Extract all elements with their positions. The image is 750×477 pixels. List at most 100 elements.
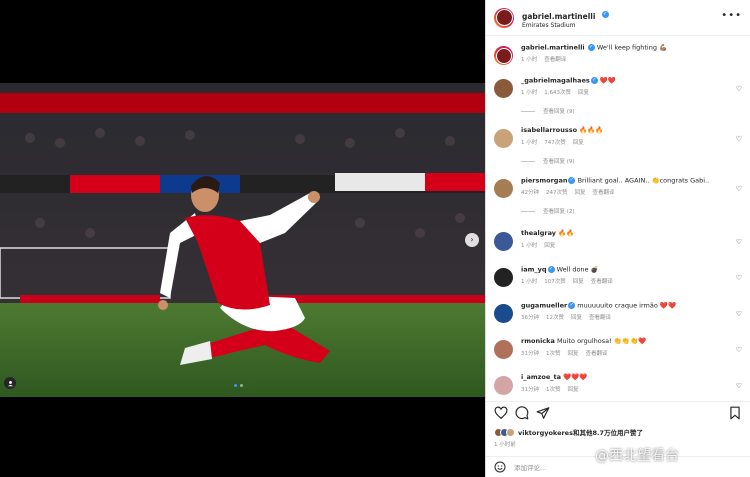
heart-outline-icon[interactable]: ♡ [736, 310, 742, 318]
liker-avatar [506, 427, 515, 437]
watermark-text: @西北望看台 [595, 448, 679, 464]
commenter-username[interactable]: gugamueller [521, 302, 567, 310]
comment-likes[interactable]: 1,643次赞 [544, 90, 571, 96]
commenter-username[interactable]: rmonicka [521, 337, 555, 345]
post-photo[interactable] [0, 83, 485, 397]
tagged-users-button[interactable] [4, 377, 16, 389]
comment-likes[interactable]: 1次赞 [546, 351, 561, 357]
bookmark-icon[interactable] [728, 406, 742, 420]
post-sidebar: gabriel.martinelli ✓ Emirates Stadium ••… [485, 0, 750, 477]
see-translation-link[interactable]: 查看翻译 [589, 315, 611, 321]
comment-likes[interactable]: 107次赞 [544, 279, 566, 285]
post-time: 1 小时前 [494, 442, 516, 448]
comment-row: gugamueller ✓ muuuuuito craque irmão ❤️❤️… [486, 302, 750, 323]
player-celebration-image [0, 83, 485, 397]
reply-link[interactable]: 回复 [578, 90, 589, 96]
comment-text: Muito orgulhosa! 👏👏👏❤️ [556, 337, 647, 345]
comment-likes[interactable]: 1次赞 [546, 387, 561, 393]
reply-link[interactable]: 回复 [575, 190, 586, 196]
comment-text: Well done 💣 [556, 265, 599, 274]
comment-text: Brilliant goal.. AGAIN.. 👏congrats Gabi.… [577, 176, 710, 185]
chevron-right-icon: › [470, 235, 474, 244]
likes-summary[interactable]: viktorgyokeres和其他8.7万位用户赞了 [494, 427, 643, 437]
heart-outline-icon[interactable]: ♡ [736, 185, 742, 193]
heart-outline-icon[interactable]: ♡ [736, 274, 742, 282]
comment-text: 🔥🔥🔥 [579, 126, 604, 134]
comment-time: 1 小时 [521, 279, 538, 286]
verified-badge-icon: ✓ [587, 44, 595, 51]
reply-link[interactable]: 回复 [573, 140, 584, 146]
see-translation-link[interactable]: 查看翻译 [544, 57, 566, 63]
see-translation-link[interactable]: 查看翻译 [591, 279, 613, 285]
action-bar [486, 401, 750, 423]
emoji-icon[interactable] [494, 461, 506, 473]
post-header: gabriel.martinelli ✓ Emirates Stadium ••… [486, 0, 750, 36]
commenter-avatar[interactable] [494, 179, 513, 198]
commenter-avatar[interactable] [494, 340, 513, 359]
comment-text: muuuuuito craque irmão ❤️❤️ [577, 301, 677, 310]
commenter-username[interactable]: i_amzoe_ta [521, 373, 561, 381]
commenter-avatar[interactable] [494, 79, 513, 98]
verified-badge-icon: ✓ [568, 302, 576, 309]
caption-text: We'll keep fighting 💪🏽 [596, 43, 668, 52]
comment-icon[interactable] [515, 405, 529, 420]
carousel-indicator [234, 384, 243, 387]
person-icon [7, 380, 13, 386]
paper-plane-icon[interactable] [536, 406, 550, 420]
author-username[interactable]: gabriel.martinelli [522, 12, 595, 21]
comment-likes[interactable]: 12次赞 [546, 315, 564, 321]
comment-time: 31分钟 [521, 386, 539, 393]
heart-outline-icon[interactable]: ♡ [736, 135, 742, 143]
heart-outline-icon[interactable]: ♡ [736, 382, 742, 390]
heart-outline-icon[interactable]: ♡ [736, 238, 742, 246]
view-replies-label: 查看回复 (9) [543, 109, 575, 115]
commenter-username[interactable]: isabellarrousso [521, 126, 577, 134]
commenter-avatar[interactable] [494, 304, 513, 323]
view-replies-link[interactable]: 查看回复 (9) [521, 157, 750, 165]
reply-link[interactable]: 回复 [568, 351, 579, 357]
heart-outline-icon[interactable]: ♡ [736, 346, 742, 354]
comment-row: rmonicka Muito orgulhosa! 👏👏👏❤️ 31分钟 1次赞 回复… [486, 337, 750, 359]
commenter-avatar[interactable] [494, 232, 513, 251]
see-translation-link[interactable]: 查看翻译 [593, 190, 615, 196]
commenter-avatar[interactable] [494, 129, 513, 148]
caption-username[interactable]: gabriel.martinelli [521, 44, 585, 52]
heart-outline-icon[interactable]: ♡ [736, 85, 742, 93]
comment-row: isabellarrousso 🔥🔥🔥 1 小时 747次赞 回复 ♡ [486, 126, 750, 148]
commenter-avatar[interactable] [494, 268, 513, 287]
comment-time: 42分钟 [521, 190, 539, 197]
commenter-username[interactable]: thealgray [521, 229, 556, 237]
heart-outline-icon[interactable] [494, 406, 508, 420]
comment-likes[interactable]: 247次赞 [546, 190, 568, 196]
reply-link[interactable]: 回复 [544, 243, 555, 249]
verified-badge-icon: ✓ [601, 11, 609, 19]
see-translation-link[interactable]: 查看翻译 [586, 351, 608, 357]
commenter-avatar[interactable] [494, 376, 513, 395]
add-comment-input[interactable]: 添加评论... [514, 462, 546, 472]
carousel-dot-active [234, 384, 237, 387]
comment-row: thealgray 🔥🔥 1 小时 回复 ♡ [486, 229, 750, 251]
comment-time: 1 小时 [521, 242, 538, 249]
reply-link[interactable]: 回复 [568, 387, 579, 393]
comment-row: i_amzoe_ta ❤️❤️❤️ 31分钟 1次赞 回复 ♡ [486, 373, 750, 395]
reply-link[interactable]: 回复 [573, 279, 584, 285]
comments-list: gabriel.martinelli ✓ We'll keep fighting… [486, 37, 750, 400]
comment-text: 🔥🔥 [558, 229, 575, 237]
view-replies-label: 查看回复 (2) [543, 209, 575, 215]
commenter-username[interactable]: piersmorgan [521, 177, 567, 185]
comment-time: 36分钟 [521, 315, 539, 322]
carousel-dot [240, 384, 243, 387]
post-location[interactable]: Emirates Stadium [522, 22, 609, 30]
comment-text: ❤️❤️❤️ [563, 373, 588, 381]
commenter-username[interactable]: _gabrielmagalhaes [521, 77, 590, 85]
next-slide-button[interactable]: › [465, 233, 479, 247]
commenter-username[interactable]: iam_yq [521, 266, 547, 274]
reply-link[interactable]: 回复 [571, 315, 582, 321]
more-options-icon[interactable]: ••• [721, 10, 742, 21]
view-replies-label: 查看回复 (9) [543, 159, 575, 165]
author-avatar[interactable] [494, 46, 513, 65]
author-avatar[interactable] [494, 7, 514, 28]
view-replies-link[interactable]: 查看回复 (2) [521, 207, 750, 215]
view-replies-link[interactable]: 查看回复 (9) [521, 107, 750, 115]
comment-likes[interactable]: 747次赞 [544, 140, 566, 146]
